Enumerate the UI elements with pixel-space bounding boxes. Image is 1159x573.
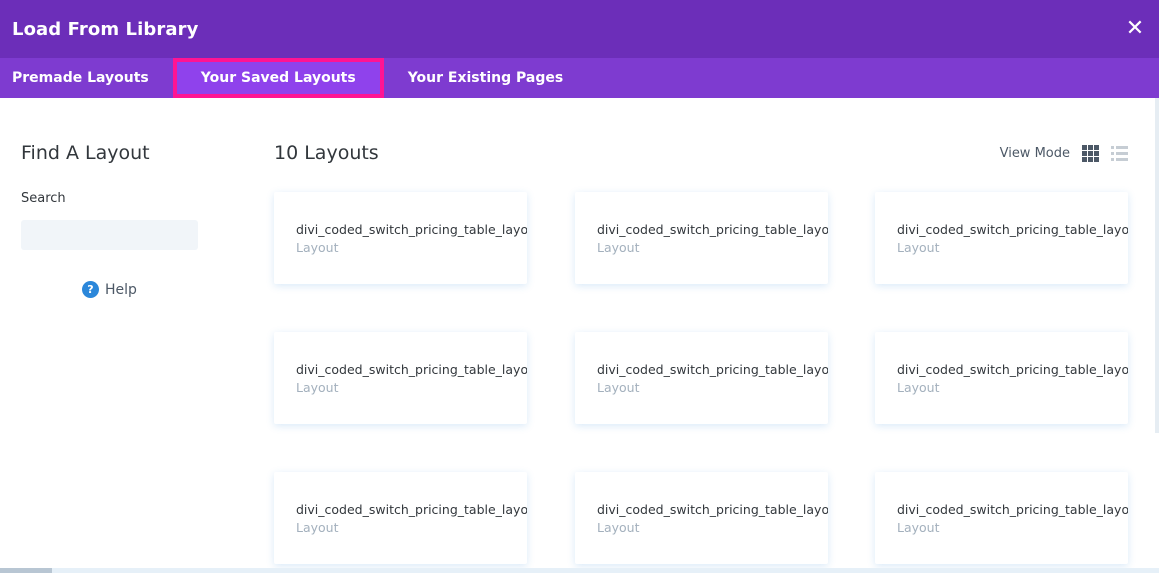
close-icon[interactable]: ✕ <box>1123 17 1147 41</box>
layout-name: divi_coded_switch_pricing_table_layout <box>897 362 1128 377</box>
layout-type: Layout <box>597 240 640 255</box>
layout-count: 10 Layouts <box>274 142 379 164</box>
layout-card[interactable]: divi_coded_switch_pricing_table_layout L… <box>875 332 1128 424</box>
layout-type: Layout <box>296 380 339 395</box>
layout-card[interactable]: divi_coded_switch_pricing_table_layout L… <box>274 332 527 424</box>
help-label: Help <box>105 281 137 298</box>
layout-card[interactable]: divi_coded_switch_pricing_table_layout L… <box>575 332 828 424</box>
layout-type: Layout <box>597 380 640 395</box>
layout-type: Layout <box>597 520 640 535</box>
grid-view-icon[interactable] <box>1082 145 1099 162</box>
layout-card[interactable]: divi_coded_switch_pricing_table_layout L… <box>274 192 527 284</box>
horizontal-scrollbar[interactable] <box>0 568 1159 573</box>
layout-card[interactable]: divi_coded_switch_pricing_table_layout L… <box>875 472 1128 564</box>
vertical-scrollbar[interactable] <box>1155 98 1159 433</box>
layout-card[interactable]: divi_coded_switch_pricing_table_layout L… <box>575 472 828 564</box>
horizontal-scrollbar-thumb[interactable] <box>0 568 52 573</box>
view-mode-label: View Mode <box>999 146 1070 161</box>
help-icon: ? <box>82 281 99 298</box>
sidebar: Find A Layout Search ? Help <box>0 98 230 573</box>
layout-name: divi_coded_switch_pricing_table_layout <box>897 502 1128 517</box>
layout-name: divi_coded_switch_pricing_table_layout <box>897 222 1128 237</box>
layout-type: Layout <box>897 520 940 535</box>
layout-name: divi_coded_switch_pricing_table_layout <box>296 362 527 377</box>
layout-name: divi_coded_switch_pricing_table_layout <box>597 502 828 517</box>
modal-title: Load From Library <box>12 18 199 40</box>
layout-name: divi_coded_switch_pricing_table_layout <box>597 222 828 237</box>
search-label: Search <box>21 191 66 206</box>
tab-bar: Premade Layouts Your Saved Layouts Your … <box>0 58 1159 98</box>
view-mode-control: View Mode <box>1000 145 1128 162</box>
search-input[interactable] <box>21 220 198 250</box>
modal-header: Load From Library ✕ <box>0 0 1159 58</box>
list-view-icon[interactable] <box>1111 146 1128 161</box>
layout-type: Layout <box>897 240 940 255</box>
find-layout-title: Find A Layout <box>21 142 150 164</box>
layout-type: Layout <box>296 240 339 255</box>
layout-type: Layout <box>897 380 940 395</box>
layout-type: Layout <box>296 520 339 535</box>
layout-card[interactable]: divi_coded_switch_pricing_table_layout L… <box>575 192 828 284</box>
tab-your-existing-pages[interactable]: Your Existing Pages <box>384 58 575 98</box>
help-link[interactable]: ? Help <box>82 281 137 298</box>
load-from-library-modal: Load From Library ✕ Premade Layouts Your… <box>0 0 1159 573</box>
tab-your-saved-layouts[interactable]: Your Saved Layouts <box>172 58 384 98</box>
layout-card[interactable]: divi_coded_switch_pricing_table_layout L… <box>274 472 527 564</box>
layout-name: divi_coded_switch_pricing_table_layout <box>296 222 527 237</box>
layout-name: divi_coded_switch_pricing_table_layout <box>597 362 828 377</box>
tab-premade-layouts[interactable]: Premade Layouts <box>0 58 173 98</box>
layout-card[interactable]: divi_coded_switch_pricing_table_layout L… <box>875 192 1128 284</box>
layout-name: divi_coded_switch_pricing_table_layout <box>296 502 527 517</box>
library-content: Find A Layout Search ? Help 10 Layouts V… <box>0 98 1159 573</box>
